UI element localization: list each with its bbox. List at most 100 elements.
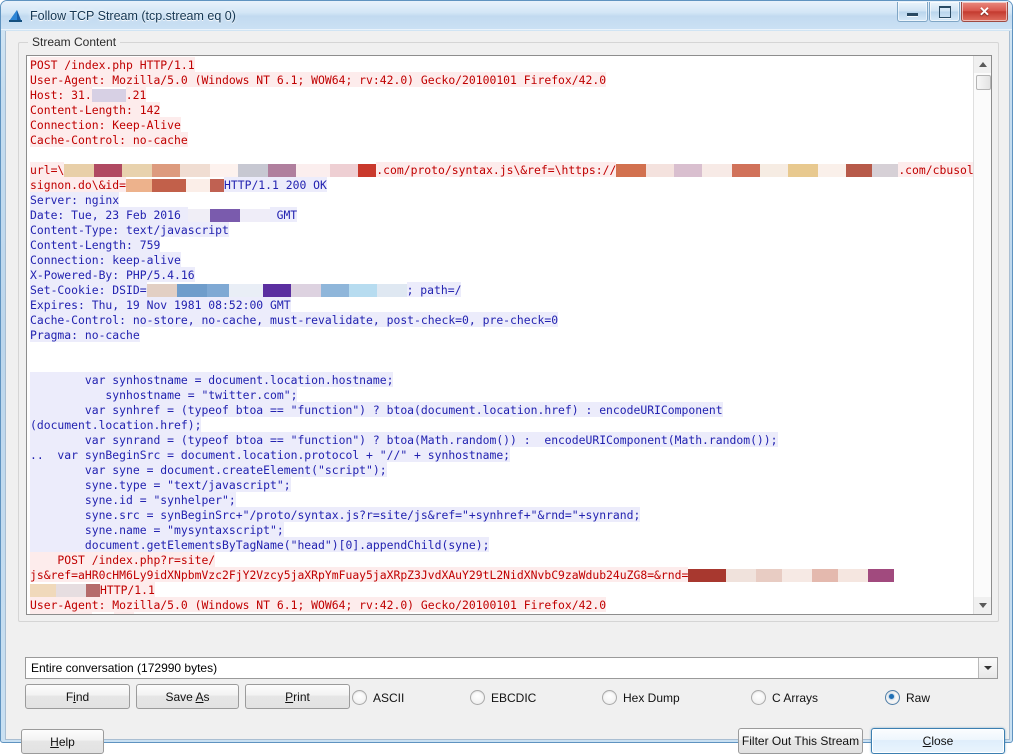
stream-text-run: Pragma: no-cache <box>30 327 140 342</box>
stream-text-run: var syne = document.createElement("scrip… <box>30 462 387 477</box>
radio-hex-dump-label: Hex Dump <box>623 690 680 705</box>
stream-text-run: Content-Type: text/javascript <box>30 222 229 237</box>
stream-content-groupbox: Stream Content POST /index.php HTTP/1.1 U… <box>18 35 999 622</box>
redaction-block <box>180 164 211 177</box>
radio-c-arrays[interactable]: C Arrays <box>751 690 818 705</box>
help-button-label: Help <box>50 734 75 749</box>
stream-line: POST /index.php HTTP/1.1 <box>30 57 973 73</box>
redaction-block <box>268 164 297 177</box>
print-button-label: Print <box>285 689 310 704</box>
save-as-button[interactable]: Save As <box>136 684 239 709</box>
stream-text-run: Server: nginx <box>30 192 120 207</box>
stream-text-run: signon.do\&id= <box>30 177 127 192</box>
close-button[interactable]: Close <box>871 728 1005 754</box>
redaction-block <box>122 164 153 177</box>
stream-text-run: .21 <box>113 612 135 614</box>
redaction-block <box>239 209 270 222</box>
help-button[interactable]: Help <box>21 729 104 754</box>
stream-text-run: synhostname = "twitter.com"; <box>30 387 298 402</box>
stream-line: Connection: keep-alive <box>30 252 973 268</box>
stream-text-run: .com/proto/syntax.js\&ref=\https:// <box>376 162 617 177</box>
stream-text-run: .. var synBeginSrc = document.location.p… <box>30 447 511 462</box>
scroll-up-button[interactable] <box>974 56 991 73</box>
redaction-block <box>64 164 95 177</box>
scrollbar-track[interactable] <box>974 73 991 597</box>
radio-c-arrays-label: C Arrays <box>772 690 819 705</box>
redaction-block <box>91 89 126 102</box>
minimize-button[interactable] <box>897 2 928 22</box>
stream-text-run: Cache-Control: no-cache <box>30 132 188 147</box>
redaction-block <box>782 569 813 582</box>
stream-line <box>30 358 973 373</box>
stream-line: syne.id = "synhelper"; <box>30 492 973 508</box>
redaction-block <box>186 179 211 192</box>
maximize-button[interactable] <box>929 2 960 22</box>
radio-ascii[interactable]: ASCII <box>352 690 404 705</box>
stream-text[interactable]: POST /index.php HTTP/1.1 User-Agent: Mozi… <box>27 56 973 614</box>
window-title: Follow TCP Stream (tcp.stream eq 0) <box>30 8 236 23</box>
stream-line: Cache-Control: no-store, no-cache, must-… <box>30 312 973 328</box>
stream-text-run: Host: 31. <box>30 612 92 614</box>
follow-tcp-stream-window: Follow TCP Stream (tcp.stream eq 0) ✕ St… <box>0 0 1013 754</box>
redaction-block <box>330 164 359 177</box>
stream-line: syne.name = "mysyntaxscript"; <box>30 522 973 538</box>
stream-line: Set-Cookie: DSID= ; path=/ <box>30 282 973 298</box>
redaction-block <box>30 584 56 597</box>
redaction-block <box>838 569 869 582</box>
filter-out-this-stream-button[interactable]: Filter Out This Stream <box>738 728 863 754</box>
maximize-icon <box>938 5 951 18</box>
stream-text-run: Connection: Keep-Alive <box>30 117 181 132</box>
stream-line: Content-Length: 142 <box>30 102 973 118</box>
radio-ascii-label: ASCII <box>373 690 405 705</box>
radio-indicator <box>352 690 367 705</box>
print-button[interactable]: Print <box>245 684 350 709</box>
stream-line: syne.type = "text/javascript"; <box>30 477 973 493</box>
conversation-select[interactable]: Entire conversation (172990 bytes) <box>25 657 998 679</box>
redaction-block <box>788 164 819 177</box>
stream-text-run: Date: Tue, 23 Feb 2016 <box>30 207 188 222</box>
stream-text-run: url=\ <box>30 162 65 177</box>
title-bar[interactable]: Follow TCP Stream (tcp.stream eq 0) ✕ <box>1 1 1012 30</box>
redaction-block <box>812 569 839 582</box>
redaction-block <box>348 284 377 297</box>
stream-text-run: ; path=/ <box>406 282 462 297</box>
stream-line <box>30 148 973 163</box>
find-button[interactable]: Find <box>25 684 130 709</box>
redaction-block <box>206 284 229 297</box>
vertical-scrollbar[interactable] <box>973 56 991 614</box>
stream-line: Host: 31. .21 <box>30 612 973 614</box>
scrollbar-thumb[interactable] <box>976 75 991 90</box>
redaction-block <box>94 164 123 177</box>
redaction-block <box>756 569 783 582</box>
stream-line: syne.src = synBeginSrc+"/proto/syntax.js… <box>30 507 973 523</box>
dialog-client-area: Stream Content POST /index.php HTTP/1.1 U… <box>5 31 1010 754</box>
stream-line: POST /index.php?r=site/ <box>30 552 973 568</box>
redaction-block <box>358 164 377 177</box>
window-controls: ✕ <box>896 2 1008 22</box>
redaction-block <box>726 569 757 582</box>
scroll-down-button[interactable] <box>974 597 991 614</box>
redaction-block <box>818 164 847 177</box>
stream-line: Cache-Control: no-cache <box>30 132 973 148</box>
chevron-down-icon <box>984 666 992 670</box>
stream-line: var synhref = (typeof btoa == "function"… <box>30 402 973 418</box>
close-icon: ✕ <box>979 4 990 19</box>
conversation-select-arrow[interactable] <box>978 658 997 678</box>
redaction-block <box>846 164 873 177</box>
radio-raw[interactable]: Raw <box>885 690 930 705</box>
redaction-block <box>320 284 349 297</box>
stream-text-run: var synhostname = document.location.host… <box>30 372 394 387</box>
stream-content-view[interactable]: POST /index.php HTTP/1.1 User-Agent: Mozi… <box>26 55 992 615</box>
close-window-button[interactable]: ✕ <box>961 2 1008 22</box>
radio-hex-dump[interactable]: Hex Dump <box>602 690 680 705</box>
stream-text-run: Host: 31. <box>30 87 92 102</box>
radio-ebcdic[interactable]: EBCDIC <box>470 690 536 705</box>
radio-indicator <box>751 690 766 705</box>
wireshark-icon <box>8 8 24 24</box>
redaction-block <box>209 209 240 222</box>
redaction-block <box>646 164 675 177</box>
stream-line: var synrand = (typeof btoa == "function"… <box>30 432 973 448</box>
redaction-block <box>238 164 269 177</box>
radio-ebcdic-label: EBCDIC <box>491 690 537 705</box>
stream-text-run: Connection: keep-alive <box>30 252 181 267</box>
